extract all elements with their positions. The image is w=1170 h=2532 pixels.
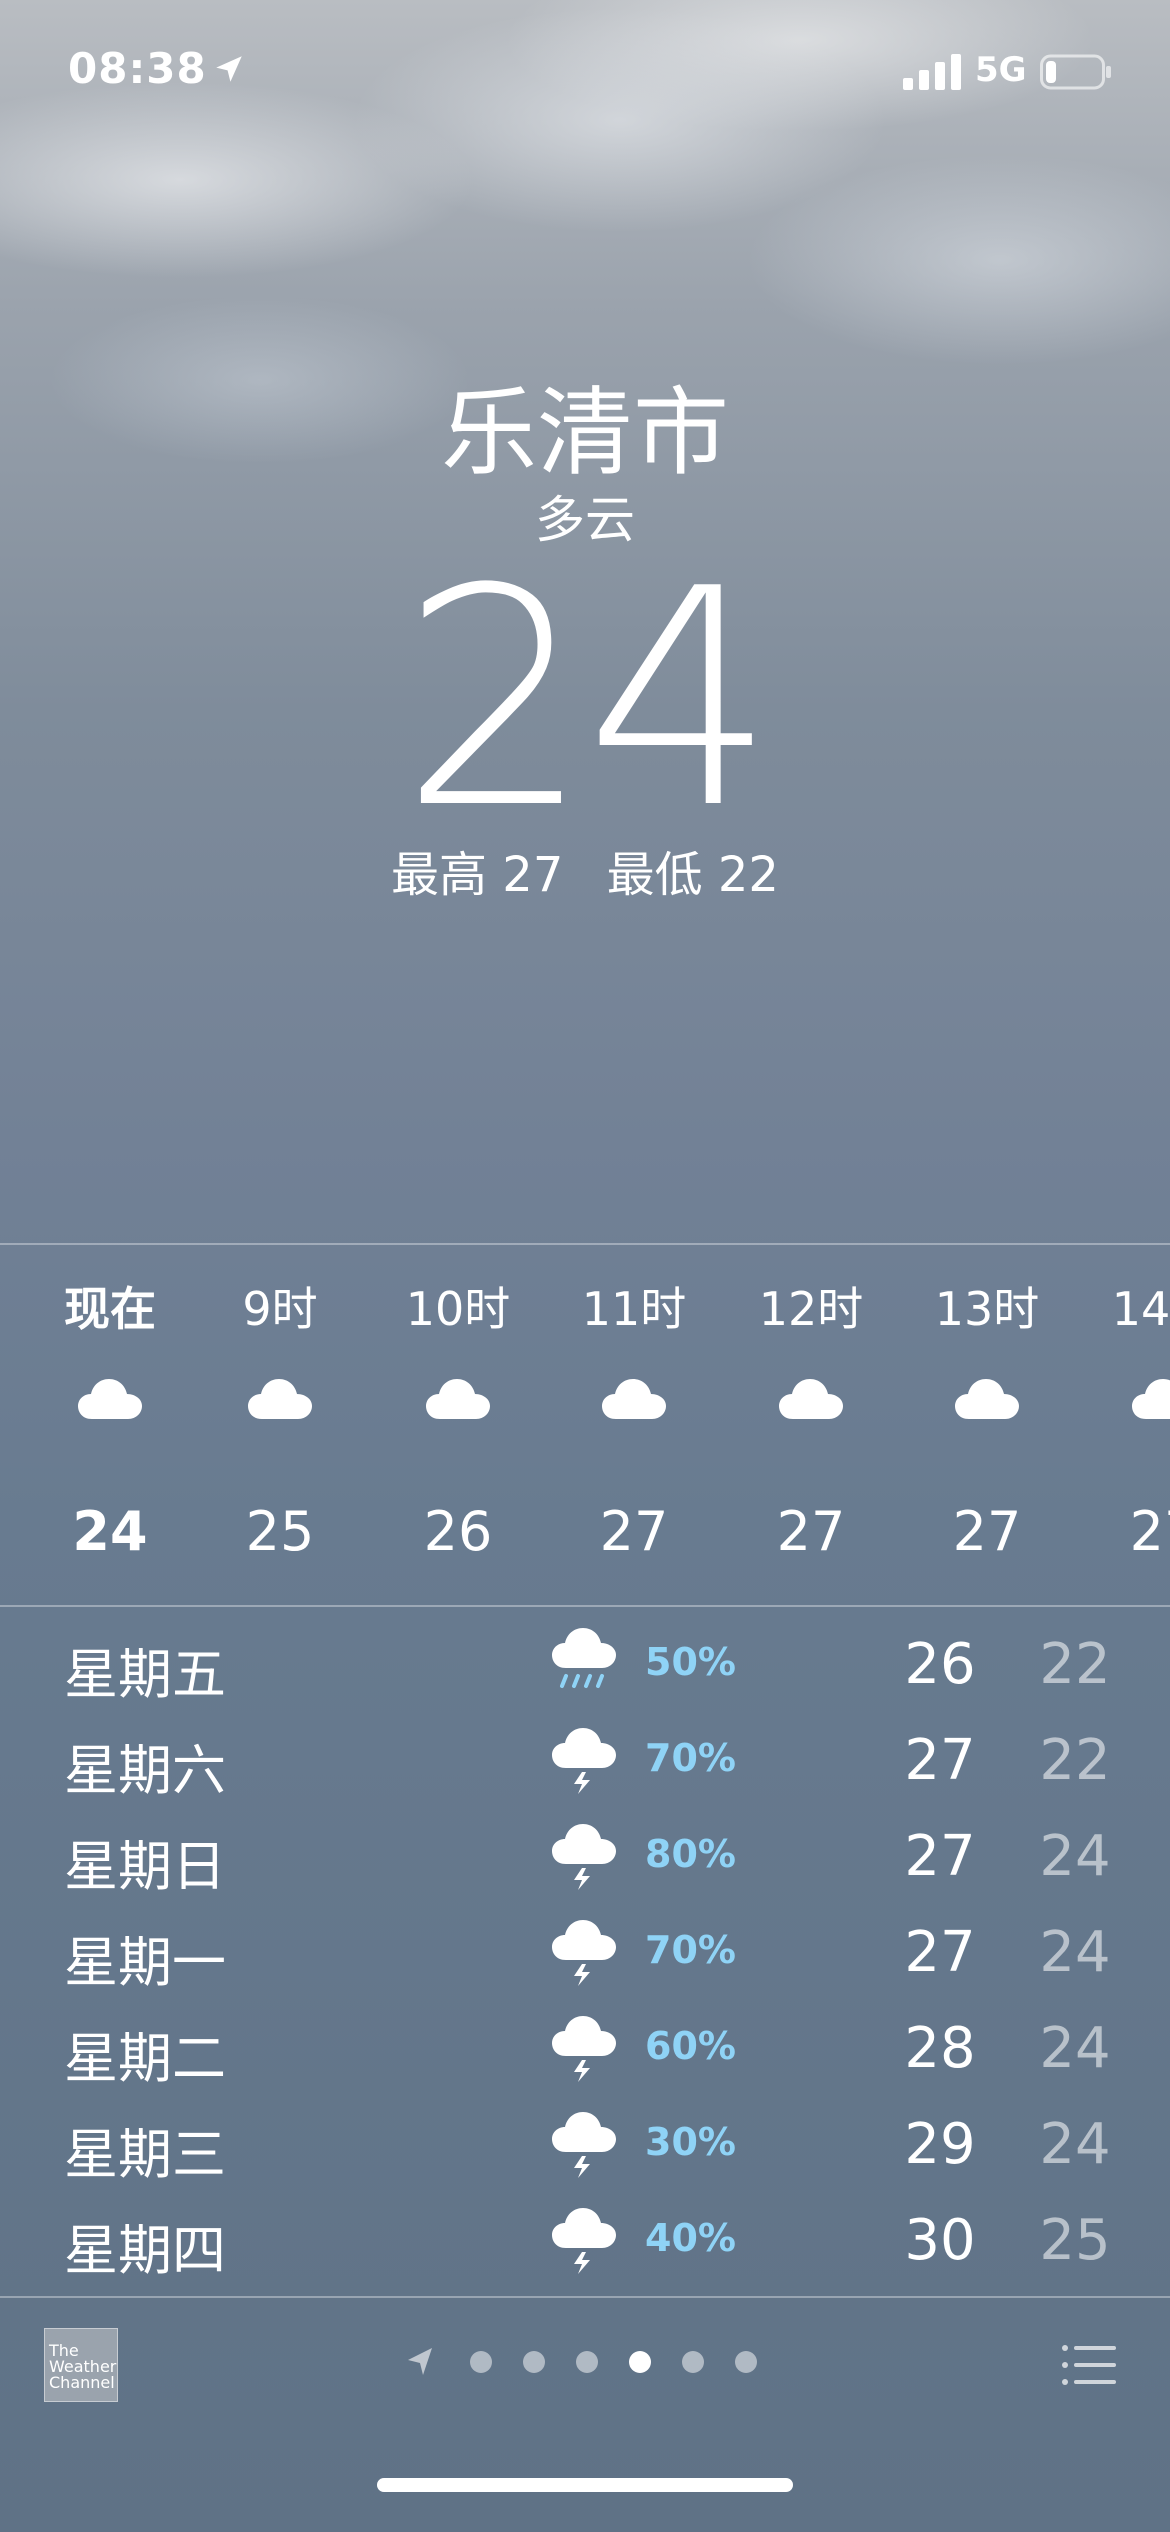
hour-label: 14时	[1111, 1282, 1170, 1336]
day-high: 27	[904, 1824, 976, 1889]
day-high: 29	[904, 2112, 976, 2177]
page-dot[interactable]	[735, 2351, 757, 2373]
hourly-forecast[interactable]: 现在 24 9时 25 10时 26 11时 27 12时 27 13时 27 …	[0, 1245, 1170, 1605]
cloud-icon	[602, 1379, 666, 1419]
cloud-bolt-icon	[552, 1728, 616, 1794]
day-low: 22	[1039, 1632, 1111, 1697]
day-name: 星期六	[64, 1739, 226, 1802]
hour-label: 9时	[242, 1282, 318, 1336]
hour-temp: 26	[423, 1500, 493, 1563]
status-bar: 08:38 5G	[0, 0, 1170, 150]
day-low: 24	[1039, 1920, 1111, 1985]
precip-chance: 70%	[645, 1928, 736, 1972]
page-dot[interactable]	[523, 2351, 545, 2373]
daily-row: 星期二 60% 28 24	[0, 2004, 1170, 2100]
precip-chance: 70%	[645, 1736, 736, 1780]
signal-icon	[903, 54, 961, 90]
status-time: 08:38	[68, 44, 207, 93]
day-high: 28	[904, 2016, 976, 2081]
cloud-icon	[78, 1379, 142, 1419]
page-dot-active[interactable]	[629, 2351, 651, 2373]
cloud-bolt-icon	[552, 2112, 616, 2178]
battery-icon	[1040, 54, 1111, 90]
cloud-icon	[779, 1379, 843, 1419]
precip-chance: 40%	[645, 2216, 736, 2260]
page-dot[interactable]	[682, 2351, 704, 2373]
cloud-icon	[955, 1379, 1019, 1419]
high-low: 最高 27 最低 22	[0, 835, 1170, 905]
precip-chance: 60%	[645, 2024, 736, 2068]
current-temperature: 24	[400, 525, 776, 874]
network-type: 5G	[975, 50, 1027, 90]
hour-temp: 24	[72, 1500, 148, 1563]
day-low: 25	[1039, 2208, 1111, 2273]
today-low: 最低 22	[606, 847, 779, 903]
city-name: 乐清市	[441, 377, 729, 489]
weather-channel-logo[interactable]: The Weather Channel	[44, 2328, 118, 2402]
day-name: 星期日	[64, 1835, 226, 1898]
day-high: 27	[904, 1728, 976, 1793]
location-page-icon	[408, 2348, 432, 2375]
cloud-rain-icon	[552, 1628, 616, 1688]
precip-chance: 50%	[645, 1640, 736, 1684]
hour-temp: 25	[245, 1500, 315, 1563]
day-name: 星期五	[64, 1643, 226, 1706]
home-indicator[interactable]	[377, 2478, 793, 2492]
hour-label: 10时	[405, 1282, 511, 1336]
cloud-icon	[1132, 1379, 1170, 1419]
day-high: 30	[904, 2208, 976, 2273]
cloud-bolt-icon	[552, 2016, 616, 2082]
day-name: 星期二	[64, 2027, 226, 2090]
city-list-icon[interactable]	[1060, 2342, 1116, 2388]
hour-label: 11时	[581, 1282, 687, 1336]
precip-chance: 30%	[645, 2120, 736, 2164]
page-dot[interactable]	[576, 2351, 598, 2373]
hour-temp: 27	[776, 1500, 846, 1563]
daily-row: 星期五 50% 26 22	[0, 1620, 1170, 1716]
day-low: 24	[1039, 2016, 1111, 2081]
cloud-bolt-icon	[552, 1920, 616, 1986]
daily-row: 星期六 70% 27 22	[0, 1716, 1170, 1812]
daily-row: 星期四 40% 30 25	[0, 2196, 1170, 2292]
day-high: 26	[904, 1632, 976, 1697]
precip-chance: 80%	[645, 1832, 736, 1876]
page-indicator[interactable]	[405, 2340, 765, 2384]
cloud-bolt-icon	[552, 2208, 616, 2274]
cloud-icon	[426, 1379, 490, 1419]
day-low: 22	[1039, 1728, 1111, 1793]
daily-row: 星期日 80% 27 24	[0, 1812, 1170, 1908]
page-dot[interactable]	[470, 2351, 492, 2373]
day-high: 27	[904, 1920, 976, 1985]
daily-row: 星期三 30% 29 24	[0, 2100, 1170, 2196]
day-name: 星期四	[64, 2219, 226, 2282]
day-low: 24	[1039, 1824, 1111, 1889]
divider	[0, 1605, 1170, 1607]
daily-row: 星期一 70% 27 24	[0, 1908, 1170, 2004]
hour-label: 13时	[934, 1282, 1040, 1336]
hour-temp: 27	[952, 1500, 1022, 1563]
day-name: 星期一	[64, 1931, 226, 1994]
day-low: 24	[1039, 2112, 1111, 2177]
cloud-bolt-icon	[552, 1824, 616, 1890]
divider	[0, 2296, 1170, 2298]
location-arrow-icon	[216, 56, 242, 82]
hour-label: 12时	[758, 1282, 864, 1336]
cloud-icon	[248, 1379, 312, 1419]
hour-temp: 27	[599, 1500, 669, 1563]
hour-label: 现在	[64, 1282, 156, 1336]
logo-line: Channel	[49, 2373, 115, 2392]
hour-temp: 27	[1129, 1500, 1170, 1563]
day-name: 星期三	[64, 2123, 226, 2186]
today-high: 最高 27	[391, 847, 564, 903]
